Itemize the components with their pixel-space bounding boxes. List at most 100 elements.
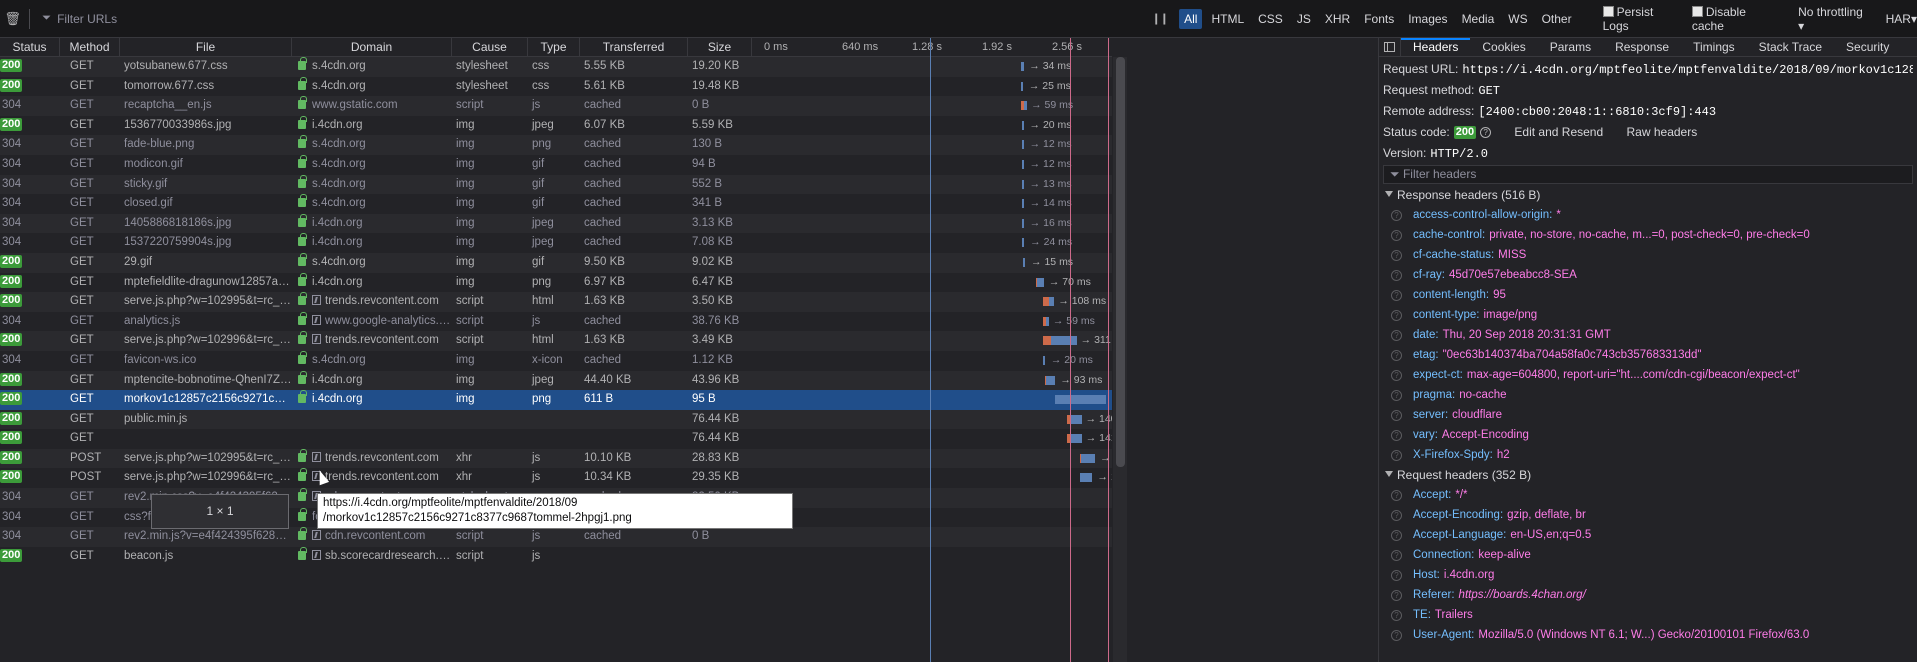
- har-menu-button[interactable]: HAR▾: [1886, 12, 1917, 26]
- table-row[interactable]: 304 GET closed.gif s.4cdn.org img gif cached 34…: [0, 194, 1112, 214]
- help-icon[interactable]: ?: [1391, 250, 1402, 261]
- header-row[interactable]: ? cf-cache-status: MISS: [1383, 245, 1913, 265]
- filter-media-button[interactable]: Media: [1457, 9, 1500, 29]
- header-row[interactable]: ? date: Thu, 20 Sep 2018 20:31:31 GMT: [1383, 325, 1913, 345]
- table-row[interactable]: 200 POST serve.js.php?w=102996&t=rc_3&c=1.…: [0, 468, 1112, 489]
- header-row[interactable]: ? Host: i.4cdn.org: [1383, 565, 1913, 585]
- column-size[interactable]: Size: [688, 38, 752, 57]
- raw-headers-toggle[interactable]: Raw headers: [1627, 125, 1698, 139]
- help-icon[interactable]: ?: [1391, 430, 1402, 441]
- pause-button[interactable]: ❙❙: [1152, 12, 1170, 25]
- table-row[interactable]: 200 GET 29.gif s.4cdn.org img gif 9.50 KB 9.02 …: [0, 252, 1112, 273]
- filter-headers-input[interactable]: ⏷ Filter headers: [1383, 165, 1913, 184]
- help-icon[interactable]: ?: [1391, 610, 1402, 621]
- table-row[interactable]: 200 GET morkov1c12857c2156c9271c8377c96...…: [0, 390, 1112, 410]
- header-row[interactable]: ? cf-ray: 45d70e57ebeabcc8-SEA: [1383, 265, 1913, 285]
- help-icon[interactable]: ?: [1391, 350, 1402, 361]
- column-status[interactable]: Status: [0, 38, 60, 57]
- header-row[interactable]: ? Accept-Language: en-US,en;q=0.5: [1383, 525, 1913, 545]
- header-row[interactable]: ? content-type: image/png: [1383, 305, 1913, 325]
- header-row[interactable]: ? server: cloudflare: [1383, 405, 1913, 425]
- table-row[interactable]: 200 GET yotsubanew.677.css s.4cdn.org styles…: [0, 57, 1112, 77]
- table-row[interactable]: 304 GET favicon-ws.ico s.4cdn.org img x-icon c…: [0, 350, 1112, 371]
- table-row[interactable]: 304 GET recaptcha__en.js www.gstatic.com scr…: [0, 96, 1112, 116]
- header-row[interactable]: ? etag: "0ec63b140374ba704a58fa0c743cb3576…: [1383, 345, 1913, 365]
- request-url-value[interactable]: https://i.4cdn.org/mptfeolite/mptfenvald…: [1462, 63, 1913, 77]
- header-row[interactable]: ? X-Firefox-Spdy: h2: [1383, 445, 1913, 465]
- column-transferred[interactable]: Transferred: [580, 38, 688, 57]
- tab-headers[interactable]: Headers: [1401, 38, 1470, 57]
- tab-timings[interactable]: Timings: [1681, 38, 1747, 57]
- column-method[interactable]: Method: [60, 38, 120, 57]
- table-row[interactable]: 200 GET tomorrow.677.css s.4cdn.org styleshe…: [0, 76, 1112, 97]
- header-row[interactable]: ? vary: Accept-Encoding: [1383, 425, 1913, 445]
- header-row[interactable]: ? pragma: no-cache: [1383, 385, 1913, 405]
- filter-xhr-button[interactable]: XHR: [1320, 9, 1355, 29]
- header-row[interactable]: ? TE: Trailers: [1383, 605, 1913, 625]
- column-cause[interactable]: Cause: [452, 38, 528, 57]
- header-row[interactable]: ? Accept-Encoding: gzip, deflate, br: [1383, 505, 1913, 525]
- column-waterfall[interactable]: 0 ms640 ms1.28 s1.92 s2.56 s3.20 s: [752, 38, 1112, 57]
- header-row[interactable]: ? cache-control: private, no-store, no-cac…: [1383, 225, 1913, 245]
- response-headers-section[interactable]: Response headers (516 B): [1383, 185, 1913, 205]
- table-row[interactable]: 200 GET mptencite-bobnotime-QhenI7ZS.jpg i.…: [0, 370, 1112, 391]
- filter-ws-button[interactable]: WS: [1503, 9, 1532, 29]
- table-row[interactable]: 200 GET mptefieldlite-dragunow12857a-2od3.…: [0, 272, 1112, 293]
- header-row[interactable]: ? access-control-allow-origin: *: [1383, 205, 1913, 225]
- filter-images-button[interactable]: Images: [1403, 9, 1452, 29]
- table-row[interactable]: 200 GET 1536770033986s.jpg i.4cdn.org img jpe…: [0, 115, 1112, 136]
- table-row[interactable]: 200 GET serve.js.php?w=102995&t=rc_103&c..…: [0, 292, 1112, 312]
- header-row[interactable]: ? Connection: keep-alive: [1383, 545, 1913, 565]
- table-row[interactable]: 200 GET public.min.js 76.44 KB → 140 ms: [0, 409, 1112, 430]
- tab-stack-trace[interactable]: Stack Trace: [1747, 38, 1834, 57]
- table-scrollbar-thumb[interactable]: [1116, 57, 1125, 467]
- table-row[interactable]: 200 GET beacon.js sb.scorecardresearch.com s…: [0, 546, 1112, 567]
- table-row[interactable]: 304 GET 1537220759904s.jpg i.4cdn.org img jpe…: [0, 233, 1112, 253]
- clear-requests-button[interactable]: 🗑: [0, 0, 25, 38]
- column-file[interactable]: File: [120, 38, 292, 57]
- filter-other-button[interactable]: Other: [1537, 9, 1577, 29]
- table-row[interactable]: 200 GET 76.44 KB → 141 ms: [0, 429, 1112, 449]
- help-icon[interactable]: ?: [1391, 630, 1402, 641]
- throttling-select[interactable]: No throttling ▾: [1798, 5, 1870, 33]
- request-headers-section[interactable]: Request headers (352 B): [1383, 465, 1913, 485]
- table-row[interactable]: 200 GET serve.js.php?w=102996&t=rc_3&c=1..…: [0, 331, 1112, 351]
- header-row[interactable]: ? expect-ct: max-age=604800, report-uri="h…: [1383, 365, 1913, 385]
- help-icon[interactable]: ?: [1391, 570, 1402, 581]
- help-icon[interactable]: ?: [1391, 310, 1402, 321]
- help-icon[interactable]: ?: [1391, 290, 1402, 301]
- help-icon[interactable]: ?: [1391, 550, 1402, 561]
- column-type[interactable]: Type: [528, 38, 580, 57]
- help-icon[interactable]: ?: [1391, 330, 1402, 341]
- table-row[interactable]: 304 GET modicon.gif s.4cdn.org img gif cached 9…: [0, 154, 1112, 175]
- persist-logs-checkbox[interactable]: Persist Logs: [1602, 5, 1680, 33]
- help-icon[interactable]: ?: [1391, 210, 1402, 221]
- disable-cache-checkbox[interactable]: Disable cache: [1691, 5, 1778, 33]
- filter-urls-input[interactable]: ⏷ Filter URLs: [34, 0, 1105, 38]
- column-domain[interactable]: Domain: [292, 38, 452, 57]
- help-icon[interactable]: ?: [1391, 410, 1402, 421]
- tab-response[interactable]: Response: [1603, 38, 1681, 57]
- edit-and-resend-button[interactable]: Edit and Resend: [1514, 125, 1603, 139]
- table-row[interactable]: 304 GET fade-blue.png s.4cdn.org img png cache…: [0, 135, 1112, 155]
- toggle-sidebar-button[interactable]: [1379, 38, 1401, 57]
- help-icon[interactable]: ?: [1391, 510, 1402, 521]
- filter-all-button[interactable]: All: [1179, 8, 1203, 29]
- table-row[interactable]: 200 POST serve.js.php?w=102995&t=rc_103&c.…: [0, 448, 1112, 469]
- filter-fonts-button[interactable]: Fonts: [1359, 9, 1399, 29]
- filter-css-button[interactable]: CSS: [1253, 9, 1288, 29]
- help-icon[interactable]: ?: [1391, 530, 1402, 541]
- help-icon[interactable]: ?: [1391, 450, 1402, 461]
- help-icon[interactable]: ?: [1391, 390, 1402, 401]
- help-icon[interactable]: ?: [1391, 590, 1402, 601]
- help-icon[interactable]: ?: [1391, 230, 1402, 241]
- table-row[interactable]: 304 GET 1405886818186s.jpg i.4cdn.org img jpe…: [0, 213, 1112, 234]
- tab-params[interactable]: Params: [1538, 38, 1603, 57]
- header-row[interactable]: ? content-length: 95: [1383, 285, 1913, 305]
- tab-security[interactable]: Security: [1834, 38, 1901, 57]
- tab-cookies[interactable]: Cookies: [1470, 38, 1537, 57]
- help-icon[interactable]: ?: [1391, 370, 1402, 381]
- help-icon[interactable]: ?: [1391, 490, 1402, 501]
- table-row[interactable]: 304 GET sticky.gif s.4cdn.org img gif cached 55…: [0, 174, 1112, 195]
- header-row[interactable]: ? Referer: https://boards.4chan.org/: [1383, 585, 1913, 605]
